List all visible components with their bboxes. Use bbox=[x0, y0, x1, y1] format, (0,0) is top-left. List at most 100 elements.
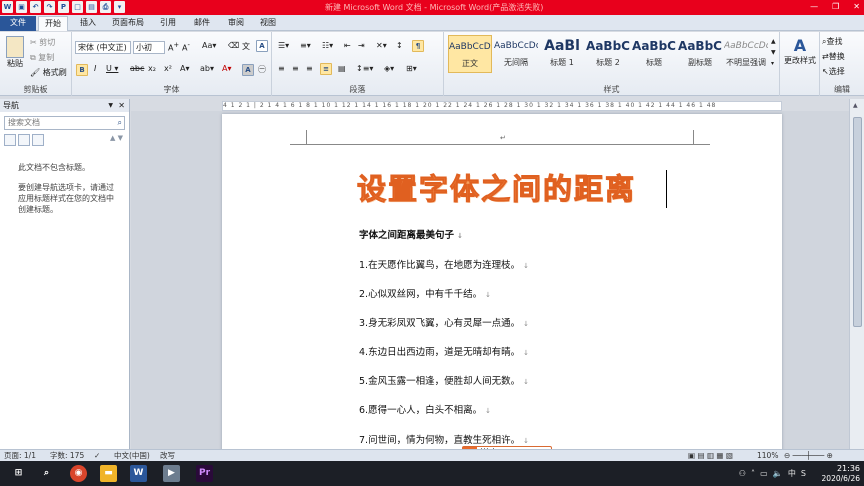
document-line[interactable]: 5.金风玉露一相逢，便胜却人间无数。 ↓ bbox=[359, 373, 529, 387]
shrink-font-button[interactable]: A- bbox=[182, 41, 190, 53]
superscript-button[interactable]: x² bbox=[164, 64, 172, 73]
ime-indicator[interactable]: 中 bbox=[788, 469, 796, 478]
grow-font-button[interactable]: A+ bbox=[168, 41, 179, 53]
document-line[interactable]: 4.东边日出西边雨，道是无晴却有晴。 ↓ bbox=[359, 344, 529, 358]
style-no-spacing[interactable]: AaBbCcDd 无间隔 bbox=[494, 35, 538, 73]
style-heading-2[interactable]: AaBbC 标题 2 bbox=[586, 35, 630, 73]
clock[interactable]: 21:36 2020/6/26 bbox=[822, 463, 860, 484]
align-left-icon[interactable]: ≡ bbox=[278, 64, 285, 73]
document-page[interactable]: ↵ 设置字体之间的距离 字体之间距离最美句子 ↓ 1.在天愿作比翼鸟，在地愿为连理… bbox=[222, 114, 782, 449]
restore-icon[interactable]: ❐ bbox=[832, 2, 839, 11]
scrollbar-thumb[interactable] bbox=[853, 117, 862, 327]
sort-icon[interactable]: ↕ bbox=[396, 41, 403, 50]
undo-icon[interactable]: ↶ bbox=[30, 1, 41, 13]
tab-page-layout[interactable]: 页面布局 bbox=[106, 16, 150, 31]
qat-customize-icon[interactable]: ▾ bbox=[114, 1, 125, 13]
tab-mailings[interactable]: 邮件 bbox=[188, 16, 216, 31]
scroll-up-icon[interactable]: ▲ bbox=[853, 102, 858, 109]
style-title[interactable]: AaBbC 标题 bbox=[632, 35, 676, 73]
subscript-button[interactable]: x₂ bbox=[148, 64, 156, 73]
align-center-icon[interactable]: ≡ bbox=[292, 64, 299, 73]
strikethrough-button[interactable]: abc bbox=[130, 64, 144, 73]
tab-home[interactable]: 开始 bbox=[38, 16, 68, 31]
format-painter-button[interactable]: 🖌 格式刷 bbox=[30, 67, 67, 78]
bullets-icon[interactable]: ☰▾ bbox=[278, 41, 289, 50]
document-line[interactable]: 7.问世间，情为何物，直教生死相许。 ↓ bbox=[359, 432, 529, 446]
windows-start-icon[interactable]: ⊞ bbox=[10, 465, 27, 482]
chevron-up-icon[interactable]: ˄ bbox=[751, 469, 755, 478]
sogou-tray-icon[interactable]: S bbox=[801, 469, 806, 478]
phonetic-guide-icon[interactable]: 文 bbox=[242, 41, 250, 52]
replace-button[interactable]: ⇄替换 bbox=[822, 51, 845, 62]
numbering-icon[interactable]: ≡▾ bbox=[300, 41, 311, 50]
nav-prev-next-icon[interactable]: ▲ ▼ bbox=[110, 134, 123, 142]
pane-options-icon[interactable]: ▼ bbox=[108, 99, 113, 112]
align-right-icon[interactable]: ≡ bbox=[306, 64, 313, 73]
language-indicator[interactable]: 中文(中国) bbox=[114, 450, 150, 461]
cut-button[interactable]: ✂ 剪切 bbox=[30, 37, 55, 48]
volume-icon[interactable]: 🔈 bbox=[773, 469, 783, 478]
document-title[interactable]: 设置字体之间的距离 bbox=[356, 166, 636, 208]
distributed-icon[interactable]: ▤ bbox=[338, 64, 346, 73]
search-icon[interactable]: ⌕ bbox=[38, 465, 55, 482]
media-app-icon[interactable]: ▶ bbox=[163, 465, 180, 482]
change-styles-button[interactable]: A 更改样式 bbox=[782, 36, 818, 66]
pdf-icon[interactable]: P bbox=[58, 1, 69, 13]
style-subtle-emphasis[interactable]: AaBbCcDd 不明显强调 bbox=[724, 35, 768, 73]
vertical-scrollbar[interactable]: ▲ bbox=[849, 99, 864, 449]
char-shading-icon[interactable]: A bbox=[242, 64, 254, 76]
headings-view-icon[interactable] bbox=[4, 134, 16, 146]
file-explorer-icon[interactable]: ▬ bbox=[100, 465, 117, 482]
zoom-level[interactable]: 110% bbox=[757, 450, 778, 461]
proofing-icon[interactable]: ✓ bbox=[94, 450, 100, 461]
line-spacing-icon[interactable]: ↕≡▾ bbox=[356, 64, 373, 73]
copy-button[interactable]: ⧉ 复制 bbox=[30, 52, 54, 63]
minimize-icon[interactable]: — bbox=[810, 2, 818, 11]
style-heading-1[interactable]: AaBl 标题 1 bbox=[540, 35, 584, 73]
bold-button[interactable]: B bbox=[76, 64, 88, 76]
decrease-indent-icon[interactable]: ⇤ bbox=[344, 41, 351, 50]
show-marks-icon[interactable]: ¶ bbox=[412, 40, 424, 52]
people-icon[interactable]: ⚇ bbox=[739, 469, 746, 478]
view-buttons[interactable]: ▣ ▤ ▥ ▦ ▧ bbox=[688, 450, 733, 461]
document-line[interactable]: 6.愿得一心人，白头不相离。 ↓ bbox=[359, 402, 491, 416]
tab-file[interactable]: 文件 bbox=[0, 16, 36, 31]
word-taskbar-icon[interactable]: W bbox=[130, 465, 147, 482]
document-line[interactable]: 1.在天愿作比翼鸟，在地愿为连理枝。 ↓ bbox=[359, 257, 529, 271]
shading-icon[interactable]: ◈▾ bbox=[384, 64, 394, 73]
word-count[interactable]: 字数: 175 bbox=[50, 450, 84, 461]
tab-review[interactable]: 审阅 bbox=[222, 16, 250, 31]
styles-scroll-icon[interactable]: ▲ ▼ ▾ bbox=[771, 36, 776, 69]
style-normal[interactable]: AaBbCcDd 正文 bbox=[448, 35, 492, 73]
change-case-button[interactable]: Aa▾ bbox=[202, 41, 216, 50]
zoom-slider[interactable]: ⊖ ───┼─── ⊕ bbox=[784, 450, 833, 461]
horizontal-ruler[interactable]: 4 1 2 1 | 2 1 4 1 6 1 8 1 10 1 12 1 14 1… bbox=[222, 101, 782, 111]
font-color-icon[interactable]: A▾ bbox=[222, 64, 232, 73]
pages-view-icon[interactable] bbox=[18, 134, 30, 146]
close-icon[interactable]: ✕ bbox=[853, 2, 860, 11]
borders-icon[interactable]: ⊞▾ bbox=[406, 64, 417, 73]
overtype-indicator[interactable]: 改写 bbox=[160, 450, 175, 461]
chinese-layout-icon[interactable]: ✕▾ bbox=[376, 41, 387, 50]
clear-format-icon[interactable]: ⌫ bbox=[228, 41, 239, 50]
open-folder-icon[interactable]: ▤ bbox=[86, 1, 97, 13]
chrome-icon[interactable]: ◉ bbox=[70, 465, 87, 482]
style-subtitle[interactable]: AaBbC 副标题 bbox=[678, 35, 722, 73]
document-line[interactable]: 3.身无彩凤双飞翼，心有灵犀一点通。 ↓ bbox=[359, 315, 529, 329]
italic-button[interactable]: I bbox=[94, 64, 96, 73]
results-view-icon[interactable] bbox=[32, 134, 44, 146]
document-line[interactable]: 2.心似双丝网，中有千千结。 ↓ bbox=[359, 286, 491, 300]
search-icon[interactable]: ⌕ bbox=[118, 117, 122, 129]
font-family-select[interactable]: 宋体 (中文正) bbox=[75, 41, 131, 54]
tab-references[interactable]: 引用 bbox=[154, 16, 182, 31]
enclose-char-icon[interactable]: ㊀ bbox=[258, 64, 266, 75]
text-effects-icon[interactable]: A▾ bbox=[180, 64, 190, 73]
tab-view[interactable]: 视图 bbox=[254, 16, 282, 31]
word-app-icon[interactable]: W bbox=[2, 1, 13, 13]
navigation-search-input[interactable]: 搜索文档 ⌕ bbox=[4, 116, 125, 130]
justify-icon[interactable]: ≡ bbox=[320, 63, 332, 75]
increase-indent-icon[interactable]: ⇥ bbox=[358, 41, 365, 50]
font-size-select[interactable]: 小初 bbox=[133, 41, 165, 54]
multilevel-list-icon[interactable]: ☷▾ bbox=[322, 41, 333, 50]
document-line[interactable]: 字体之间距离最美句子 ↓ bbox=[359, 227, 463, 241]
